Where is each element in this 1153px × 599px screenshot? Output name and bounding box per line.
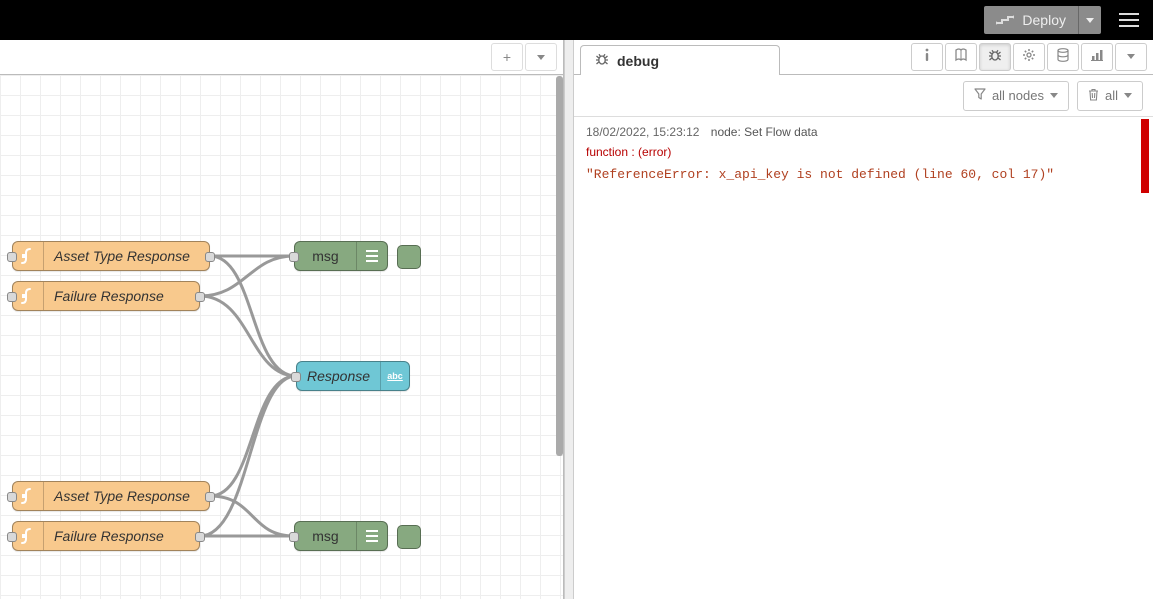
canvas-scrollbar[interactable] [556,76,563,456]
database-icon [1057,48,1069,65]
sidebar-context-button[interactable] [1047,43,1079,71]
add-flow-button[interactable]: + [491,43,523,71]
tab-debug[interactable]: debug [580,45,780,75]
hamburger-icon [1119,19,1139,21]
sidebar-help-button[interactable] [945,43,977,71]
sidebar: debug [574,40,1153,599]
output-port[interactable] [195,292,205,302]
debug-node-label: node: Set Flow data [711,125,818,139]
node-http-response[interactable]: Response abc [296,361,410,391]
deploy-icon [996,14,1014,26]
output-port[interactable] [205,252,215,262]
input-port[interactable] [7,532,17,542]
input-port[interactable] [289,532,299,542]
gear-icon [1022,48,1036,65]
function-icon [13,522,44,550]
flow-list-button[interactable] [525,43,557,71]
function-icon [13,282,44,310]
sidebar-debug-button[interactable] [979,43,1011,71]
input-port[interactable] [7,292,17,302]
deploy-button[interactable]: Deploy [984,6,1101,34]
deploy-caret[interactable] [1078,6,1101,34]
trash-icon [1088,88,1099,104]
input-port[interactable] [7,492,17,502]
function-icon [13,242,44,270]
function-icon [13,482,44,510]
input-port[interactable] [7,252,17,262]
flow-canvas[interactable]: Asset Type Response Failure Response msg [0,75,563,599]
debug-payload: "ReferenceError: x_api_key is not define… [586,165,1133,185]
output-port[interactable] [195,532,205,542]
debug-list-icon [356,522,387,550]
node-label: Asset Type Response [44,248,209,264]
debug-toggle-button[interactable] [397,245,421,269]
debug-messages[interactable]: 18/02/2022, 15:23:12 node: Set Flow data… [574,117,1153,599]
node-label: Response [297,368,380,384]
node-label: msg [295,528,356,544]
input-port[interactable] [291,372,301,382]
deploy-label: Deploy [1022,12,1066,28]
main-menu-button[interactable] [1115,6,1143,34]
sidebar-tabs: debug [574,40,1153,75]
node-label: Asset Type Response [44,488,209,504]
output-port[interactable] [205,492,215,502]
bug-icon [988,48,1002,65]
sidebar-info-button[interactable] [911,43,943,71]
debug-filter-button[interactable]: all nodes [963,81,1069,111]
chevron-down-icon [1050,93,1058,98]
plus-icon: + [503,49,511,65]
book-icon [954,48,968,65]
node-label: msg [295,248,356,264]
tab-label: debug [617,53,659,69]
node-function-failure-response-1[interactable]: Failure Response [12,281,200,311]
bug-icon [595,52,609,69]
debug-clear-button[interactable]: all [1077,81,1143,111]
info-icon [921,48,933,65]
sidebar-more-button[interactable] [1115,43,1147,71]
chevron-down-icon [1086,18,1094,23]
debug-timestamp: 18/02/2022, 15:23:12 [586,125,699,139]
filter-icon [974,88,986,103]
node-function-asset-type-response-1[interactable]: Asset Type Response [12,241,210,271]
sidebar-tools [911,39,1147,74]
pane-resize-handle[interactable] [564,40,574,599]
debug-message[interactable]: 18/02/2022, 15:23:12 node: Set Flow data… [578,119,1149,193]
sidebar-config-button[interactable] [1013,43,1045,71]
sidebar-dashboard-button[interactable] [1081,43,1113,71]
chevron-down-icon [1124,93,1132,98]
flow-workspace: + [0,40,564,599]
chart-icon [1090,48,1104,65]
filter-label: all nodes [992,88,1044,103]
node-function-failure-response-2[interactable]: Failure Response [12,521,200,551]
debug-list-icon [356,242,387,270]
node-debug-1[interactable]: msg [294,241,388,271]
debug-source: function : (error) [586,143,1133,161]
node-function-asset-type-response-2[interactable]: Asset Type Response [12,481,210,511]
debug-toggle-button[interactable] [397,525,421,549]
app-header: Deploy [0,0,1153,40]
abc-icon: abc [380,362,409,390]
debug-message-meta: 18/02/2022, 15:23:12 node: Set Flow data [586,123,1133,141]
chevron-down-icon [1127,54,1135,59]
node-debug-2[interactable]: msg [294,521,388,551]
chevron-down-icon [537,55,545,60]
flow-tabbar: + [0,40,563,75]
node-label: Failure Response [44,528,199,544]
node-label: Failure Response [44,288,199,304]
clear-label: all [1105,88,1118,103]
debug-filter-bar: all nodes all [574,75,1153,117]
input-port[interactable] [289,252,299,262]
